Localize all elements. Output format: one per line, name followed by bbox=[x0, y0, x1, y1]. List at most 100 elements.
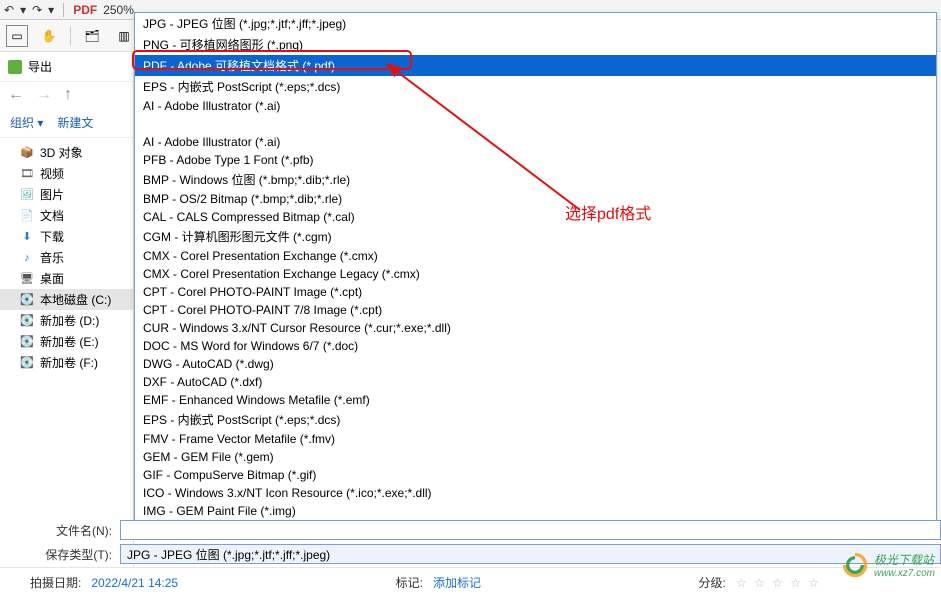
filetype-option[interactable]: EPS - 内嵌式 PostScript (*.eps;*.dcs) bbox=[135, 76, 936, 97]
pdf-icon[interactable]: PDF bbox=[73, 3, 97, 17]
tree-node[interactable]: 📦3D 对象 bbox=[0, 142, 133, 163]
folder-icon: 💽 bbox=[20, 356, 34, 370]
filetype-option[interactable]: CGM - 计算机图形图元文件 (*.cgm) bbox=[135, 226, 936, 247]
tree-node[interactable]: 💽 新加卷 (E:) bbox=[0, 331, 133, 352]
export-header: 导出 bbox=[0, 52, 133, 82]
tree-node[interactable]: ♪ 音乐 bbox=[0, 247, 133, 268]
filetype-option[interactable]: CMX - Corel Presentation Exchange Legacy… bbox=[135, 265, 936, 283]
tree-node-label: 音乐 bbox=[40, 249, 64, 266]
tool-rectangle-icon[interactable]: ▭ bbox=[6, 25, 28, 47]
filename-label: 文件名(N): bbox=[0, 522, 120, 539]
folder-icon: ♪ bbox=[20, 251, 34, 265]
undo-dropdown[interactable]: ▾ bbox=[20, 3, 26, 17]
rating-label: 分级: bbox=[699, 574, 726, 591]
export-icon bbox=[8, 60, 22, 74]
separator bbox=[70, 26, 71, 46]
forward-button: → bbox=[36, 86, 52, 104]
filetype-option[interactable]: GIF - CompuServe Bitmap (*.gif) bbox=[135, 466, 936, 484]
folder-icon: 💽 bbox=[20, 314, 34, 328]
tree-node[interactable]: 💽 新加卷 (D:) bbox=[0, 310, 133, 331]
tree-node[interactable]: 💽 新加卷 (F:) bbox=[0, 352, 133, 373]
tag-label: 标记: bbox=[396, 574, 423, 591]
tree-node-label: 本地磁盘 (C:) bbox=[40, 291, 111, 308]
filetype-option[interactable]: PNG - 可移植网络图形 (*.png) bbox=[135, 34, 936, 55]
redo-button[interactable]: ↷ bbox=[32, 3, 42, 17]
tree-node[interactable]: 📄文档 bbox=[0, 205, 133, 226]
filetype-option[interactable] bbox=[135, 115, 936, 133]
folder-icon: 🖼 bbox=[20, 188, 34, 202]
tree-node-label: 视频 bbox=[40, 165, 64, 182]
filetype-option[interactable]: AI - Adobe Illustrator (*.ai) bbox=[135, 133, 936, 151]
watermark-text: 极光下载站 bbox=[874, 551, 935, 568]
filetype-option[interactable]: ICO - Windows 3.x/NT Icon Resource (*.ic… bbox=[135, 484, 936, 502]
tree-node-label: 新加卷 (D:) bbox=[40, 312, 99, 329]
save-dialog-sidebar: 导出 ← → ↑ 组织 ▾ 新建文 📦3D 对象 🎞 视频 🖼 图片 📄文档 ⬇ 下载 ♪ 音乐 🖥… bbox=[0, 52, 134, 567]
tree-node-label: 文档 bbox=[40, 207, 64, 224]
filetype-option[interactable]: GEM - GEM File (*.gem) bbox=[135, 448, 936, 466]
filename-row: 文件名(N): bbox=[0, 519, 941, 541]
filetype-option[interactable]: DWG - AutoCAD (*.dwg) bbox=[135, 355, 936, 373]
watermark-url: www.xz7.com bbox=[874, 568, 935, 579]
folder-icon: 💽 bbox=[20, 293, 34, 307]
redo-dropdown[interactable]: ▾ bbox=[48, 3, 54, 17]
filetype-option[interactable]: BMP - OS/2 Bitmap (*.bmp;*.dib;*.rle) bbox=[135, 190, 936, 208]
tree-node[interactable]: ⬇ 下载 bbox=[0, 226, 133, 247]
filetype-option[interactable]: DXF - AutoCAD (*.dxf) bbox=[135, 373, 936, 391]
date-value[interactable]: 2022/4/21 14:25 bbox=[91, 576, 178, 590]
folder-icon: 💽 bbox=[20, 335, 34, 349]
tree-node-label: 图片 bbox=[40, 186, 64, 203]
organize-button[interactable]: 组织 ▾ bbox=[10, 114, 43, 131]
tree-node-label: 新加卷 (E:) bbox=[40, 333, 99, 350]
tool-hand-icon[interactable]: ✋ bbox=[38, 25, 60, 47]
filetype-option[interactable]: DOC - MS Word for Windows 6/7 (*.doc) bbox=[135, 337, 936, 355]
metadata-footer: 拍摄日期: 2022/4/21 14:25 标记: 添加标记 分级: ☆ ☆ ☆… bbox=[0, 567, 941, 597]
filetype-option[interactable]: BMP - Windows 位图 (*.bmp;*.dib;*.rle) bbox=[135, 169, 936, 190]
filetype-option[interactable]: CMX - Corel Presentation Exchange (*.cmx… bbox=[135, 247, 936, 265]
tree-node[interactable]: 🎞 视频 bbox=[0, 163, 133, 184]
folder-icon: 🎞 bbox=[20, 167, 34, 181]
tree-node[interactable]: 🖼 图片 bbox=[0, 184, 133, 205]
filetype-option[interactable]: CPT - Corel PHOTO-PAINT Image (*.cpt) bbox=[135, 283, 936, 301]
save-type-dropdown[interactable]: JPG - JPEG 位图 (*.jpg;*.jtf;*.jff;*.jpeg)… bbox=[134, 12, 937, 532]
filetype-option[interactable]: AI - Adobe Illustrator (*.ai) bbox=[135, 97, 936, 115]
tree-node-label: 下载 bbox=[40, 228, 64, 245]
filetype-option[interactable]: EMF - Enhanced Windows Metafile (*.emf) bbox=[135, 391, 936, 409]
up-button[interactable]: ↑ bbox=[64, 86, 72, 104]
organize-row: 组织 ▾ 新建文 bbox=[0, 108, 133, 138]
new-folder-button[interactable]: 新建文 bbox=[57, 114, 93, 131]
back-button[interactable]: ← bbox=[8, 86, 24, 104]
watermark-logo-icon bbox=[842, 552, 868, 578]
folder-icon: ⬇ bbox=[20, 230, 34, 244]
tool-align-icon[interactable]: ▥ bbox=[113, 25, 135, 47]
watermark: 极光下载站 www.xz7.com bbox=[842, 551, 935, 579]
filetype-option[interactable]: FMV - Frame Vector Metafile (*.fmv) bbox=[135, 430, 936, 448]
filetype-option[interactable]: IMG - GEM Paint File (*.img) bbox=[135, 502, 936, 520]
tool-layers-icon[interactable]: 🗂 bbox=[81, 25, 103, 47]
filetype-option[interactable]: EPS - 内嵌式 PostScript (*.eps;*.dcs) bbox=[135, 409, 936, 430]
filetype-row: 保存类型(T): JPG - JPEG 位图 (*.jpg;*.jtf;*.jf… bbox=[0, 543, 941, 565]
filename-input[interactable] bbox=[120, 520, 941, 540]
date-label: 拍摄日期: bbox=[30, 574, 81, 591]
filetype-label: 保存类型(T): bbox=[0, 546, 120, 563]
tree-node[interactable]: 💽 本地磁盘 (C:) bbox=[0, 289, 133, 310]
zoom-level[interactable]: 250% bbox=[103, 3, 134, 17]
filetype-option[interactable]: CAL - CALS Compressed Bitmap (*.cal) bbox=[135, 208, 936, 226]
tree-node-label: 桌面 bbox=[40, 270, 64, 287]
filetype-option[interactable]: JPG - JPEG 位图 (*.jpg;*.jtf;*.jff;*.jpeg) bbox=[135, 13, 936, 34]
export-label: 导出 bbox=[28, 58, 52, 75]
rating-stars[interactable]: ☆ ☆ ☆ ☆ ☆ bbox=[736, 576, 821, 590]
separator bbox=[63, 3, 64, 17]
annotation-text: 选择pdf格式 bbox=[565, 200, 651, 224]
filetype-option[interactable]: CPT - Corel PHOTO-PAINT 7/8 Image (*.cpt… bbox=[135, 301, 936, 319]
tag-value[interactable]: 添加标记 bbox=[433, 574, 481, 591]
filetype-option[interactable]: PDF - Adobe 可移植文档格式 (*.pdf) bbox=[135, 55, 936, 76]
folder-icon: 🖥 bbox=[20, 272, 34, 286]
nav-row: ← → ↑ bbox=[0, 82, 133, 108]
filetype-option[interactable]: CUR - Windows 3.x/NT Cursor Resource (*.… bbox=[135, 319, 936, 337]
undo-button[interactable]: ↶ bbox=[4, 3, 14, 17]
tree-node[interactable]: 🖥 桌面 bbox=[0, 268, 133, 289]
folder-icon: 📦 bbox=[20, 146, 34, 160]
tree-node-label: 新加卷 (F:) bbox=[40, 354, 98, 371]
filetype-option[interactable]: PFB - Adobe Type 1 Font (*.pfb) bbox=[135, 151, 936, 169]
filetype-select[interactable]: JPG - JPEG 位图 (*.jpg;*.jtf;*.jff;*.jpeg) bbox=[120, 544, 941, 564]
